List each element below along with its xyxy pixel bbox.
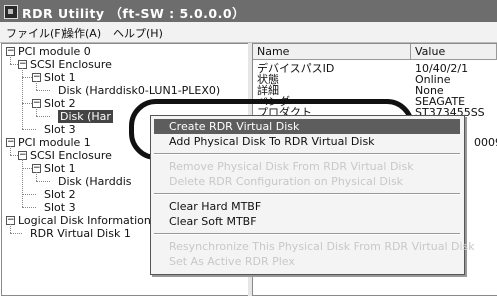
tree-node[interactable]: Slot 3	[44, 123, 76, 136]
menu-item[interactable]: Create RDR Virtual Disk	[169, 120, 299, 133]
tree-node-label: SCSI Enclosure	[30, 58, 112, 71]
tree-node-label: Slot 1	[44, 71, 76, 84]
menu-item[interactable]: Remove Physical Disk From RDR Virtual Di…	[169, 160, 414, 173]
window-title: RDR Utility （ft-SW : 5.0.0.0）	[22, 6, 246, 21]
tree-node[interactable]: Slot 3	[44, 201, 76, 214]
title-bar: RDR Utility （ft-SW : 5.0.0.0）	[0, 0, 497, 22]
tree-node-label: PCI module 1	[18, 136, 91, 149]
tree-node[interactable]: Logical Disk Information	[18, 214, 151, 227]
menu-item[interactable]: Clear Soft MTBF	[169, 215, 257, 228]
tree-node[interactable]: Disk (Har	[58, 110, 113, 123]
menu-separator	[154, 193, 460, 195]
tree-node[interactable]: Disk (Harddisk0-LUN1-PLEX0)	[58, 84, 220, 97]
tree-node-label: Slot 1	[44, 162, 76, 175]
tree-node-label: SCSI Enclosure	[30, 149, 112, 162]
tree-node[interactable]: Slot 2	[44, 97, 76, 110]
tree-node-label: RDR Virtual Disk 1	[30, 227, 131, 240]
tree-connector	[22, 129, 36, 130]
menu-separator	[154, 153, 460, 155]
tree-connector	[36, 81, 37, 90]
menu-action[interactable]: 操作(A)	[63, 25, 101, 41]
tree-connector	[10, 55, 11, 64]
tree-node-label: Slot 3	[44, 201, 76, 214]
tree-node-label: PCI module 0	[18, 45, 91, 58]
tree-node[interactable]: SCSI Enclosure	[30, 149, 112, 162]
menu-bar: ファイル(F) 操作(A) ヘルプ(H)	[0, 22, 497, 43]
tree-node[interactable]: PCI module 1	[18, 136, 91, 149]
tree-connector	[22, 68, 23, 129]
menu-item[interactable]: Clear Hard MTBF	[169, 200, 261, 213]
menu-item[interactable]: Resynchronize This Physical Disk From RD…	[169, 240, 475, 253]
tree-node[interactable]: RDR Virtual Disk 1	[30, 227, 131, 240]
tree-connector	[22, 159, 23, 207]
column-header-value[interactable]: Value	[411, 44, 497, 60]
detail-value-partial: 0009	[474, 136, 497, 149]
menu-item[interactable]: Set As Active RDR Plex	[169, 255, 295, 268]
tree-node-label: Disk (Har	[58, 110, 113, 123]
tree-node[interactable]: SCSI Enclosure	[30, 58, 112, 71]
column-header-name[interactable]: Name	[253, 44, 411, 60]
tree-node-label: Slot 2	[44, 97, 76, 110]
tree-connector	[10, 233, 22, 234]
tree-connector	[22, 207, 36, 208]
app-icon	[4, 5, 18, 19]
tree-node-label: Logical Disk Information	[18, 214, 151, 227]
menu-help[interactable]: ヘルプ(H)	[113, 25, 163, 41]
tree-connector	[36, 116, 50, 117]
menu-item[interactable]: Add Physical Disk To RDR Virtual Disk	[169, 135, 375, 148]
tree-connector	[36, 90, 50, 91]
tree-node[interactable]: Slot 1	[44, 162, 76, 175]
tree-node[interactable]: Slot 2	[44, 188, 76, 201]
tree-node[interactable]: Disk (Harddis	[58, 175, 132, 188]
menu-separator	[154, 233, 460, 235]
tree-node-label: Disk (Harddis	[58, 175, 132, 188]
tree-connector	[36, 181, 50, 182]
context-menu: Create RDR Virtual Disk Add Physical Disk…	[150, 115, 475, 275]
tree-connector	[22, 194, 36, 195]
tree-node-label: Disk (Harddisk0-LUN1-PLEX0)	[58, 84, 221, 97]
tree-node[interactable]: Slot 1	[44, 71, 76, 84]
tree-node-label: Slot 2	[44, 188, 76, 201]
tree-connector	[10, 146, 11, 155]
tree-node-label: Slot 3	[44, 123, 76, 136]
tree-node[interactable]: PCI module 0	[18, 45, 91, 58]
tree-connector	[10, 224, 11, 233]
tree-connector	[36, 172, 37, 181]
menu-item[interactable]: Delete RDR Configuration on Physical Dis…	[169, 175, 403, 188]
tree-connector	[36, 107, 37, 116]
menu-file[interactable]: ファイル(F)	[6, 25, 65, 41]
